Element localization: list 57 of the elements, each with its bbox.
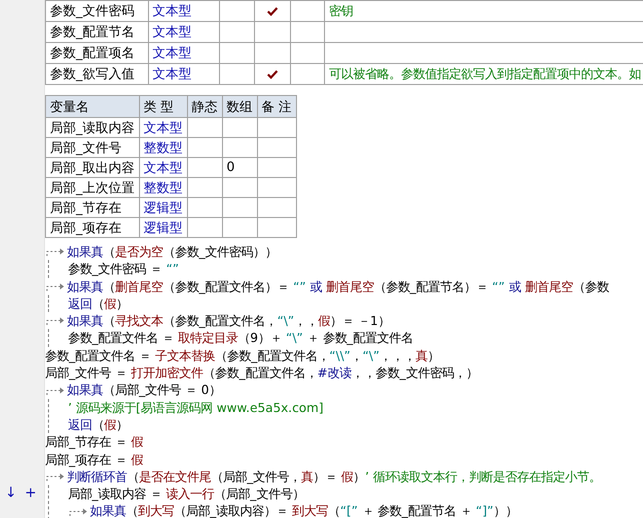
checkbox-cell[interactable] (254, 22, 290, 42)
checkbox-cell[interactable] (254, 42, 290, 64)
flow-connector-icon (45, 282, 65, 291)
variable-type: 文本型 (139, 118, 187, 138)
code-line: 如果真（删首尾空（参数_配置文件名）＝ “” 或 删首尾空（参数_配置节名）＝ “” 或 删首尾空（参数 (67, 278, 609, 295)
code-line: 局部_文件号 ＝ 打开加密文件（参数_配置文件名，#改读，，参数_文件密码，） (45, 364, 478, 382)
variable-type: 文本型 (139, 158, 187, 178)
flow-connector-icon (45, 316, 65, 326)
code-line: 如果真（是否为空（参数_文件密码）） (67, 243, 278, 260)
code-line: 参数_配置文件名 ＝ 取特定目录（9）＋ “\” ＋ 参数_配置文件名 (68, 329, 413, 347)
param-type: 文本型 (148, 64, 220, 84)
param-type: 文本型 (148, 22, 220, 42)
flow-connector-icon (45, 472, 65, 481)
variable-name: 局部_节存在 (46, 198, 139, 218)
gutter-marker: ↓ (5, 485, 17, 502)
code-line: ’ 源码来源于[易语言源码网 www.e5a5x.com] (68, 398, 324, 416)
variable-type: 整数型 (139, 138, 187, 158)
code-line: 局部_读取内容 ＝ 读入一行（局部_文件号） (68, 485, 304, 502)
array-size: 0 (222, 158, 257, 178)
code-line: 如果真（寻找文本（参数_配置文件名，“\”，，假）＝ －1） (67, 312, 390, 330)
code-line: 判断循环首（是否在文件尾（局部_文件号，真）＝ 假）’ 循环读取文本行，判断是否存在指定小节。 (67, 468, 602, 486)
column-header: 数组 (222, 96, 257, 118)
code-line: 如果真（局部_文件号 ＝ 0） (67, 381, 221, 399)
code-line: 返回（假） (68, 416, 128, 434)
code-line: 局部_节存在 ＝ 假 (45, 433, 144, 451)
variable-name: 局部_读取内容 (46, 118, 139, 138)
variable-type: 逻辑型 (139, 198, 187, 218)
param-name: 参数_配置节名 (46, 22, 148, 42)
flow-connector-icon (45, 386, 65, 395)
param-remark: 密钥 (324, 0, 643, 22)
checkbox-cell[interactable] (254, 0, 290, 22)
column-header: 备 注 (257, 96, 296, 118)
variable-type: 整数型 (139, 178, 187, 198)
variable-name: 局部_项存在 (46, 218, 139, 238)
gutter-marker: + (24, 485, 36, 502)
code-line: 参数_文件密码 ＝ “” (68, 260, 179, 278)
variable-name: 局部_取出内容 (46, 158, 139, 178)
code-line: 参数_配置文件名 ＝ 子文本替换（参数_配置文件名，“\\”，“\”，，，真） (45, 346, 440, 364)
code-line: 局部_项存在 ＝ 假 (45, 450, 144, 468)
code-line: 返回（假） (68, 294, 128, 312)
code-line: 如果真（到大写（局部_读取内容）＝ 到大写（“[” ＋ 参数_配置节名 ＋ “]”）） (90, 502, 518, 518)
variable-type: 逻辑型 (139, 218, 187, 238)
column-header: 类 型 (139, 96, 187, 118)
param-type: 文本型 (148, 0, 220, 22)
variable-name: 局部_文件号 (46, 138, 139, 158)
variable-name: 局部_上次位置 (46, 178, 139, 198)
flow-connector-icon (68, 506, 88, 516)
param-name: 参数_配置项名 (46, 42, 148, 64)
flow-connector-icon (45, 247, 65, 256)
checkbox-cell[interactable] (254, 64, 290, 84)
param-name: 参数_欲写入值 (46, 64, 148, 84)
column-header: 变量名 (46, 96, 139, 118)
column-header: 静态 (187, 96, 222, 118)
check-icon (266, 70, 278, 78)
param-type: 文本型 (148, 42, 220, 64)
check-icon (266, 6, 278, 16)
param-name: 参数_文件密码 (46, 0, 148, 22)
